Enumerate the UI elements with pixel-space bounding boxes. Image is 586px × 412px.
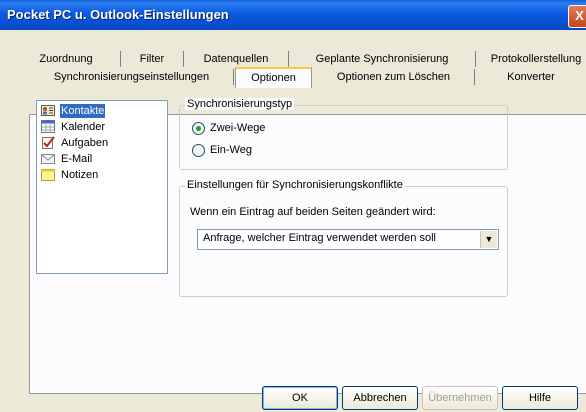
select-value: Anfrage, welcher Eintrag verwendet werde… xyxy=(203,232,436,244)
radio-dot xyxy=(196,126,201,131)
tab-datenquellen[interactable]: Datenquellen xyxy=(184,51,289,67)
tab-protokollerstellung[interactable]: Protokollerstellung xyxy=(476,51,586,67)
ok-button[interactable]: OK xyxy=(262,386,338,410)
tab-zuordnung[interactable]: Zuordnung xyxy=(12,51,121,67)
tab-optionen-zum-loeschen[interactable]: Optionen zum Löschen xyxy=(313,69,475,85)
list-item-label: Kalender xyxy=(61,121,106,133)
help-button[interactable]: Hilfe xyxy=(502,386,578,410)
radio-label: Zwei-Wege xyxy=(210,122,266,134)
close-button[interactable]: X xyxy=(568,5,586,28)
tab-filter[interactable]: Filter xyxy=(121,51,184,67)
list-item-label: Aufgaben xyxy=(61,137,109,149)
tab-geplante-synchronisierung[interactable]: Geplante Synchronisierung xyxy=(289,51,476,67)
tab-row-2: Synchronisierungseinstellungen Optionen … xyxy=(30,67,586,88)
contacts-icon xyxy=(41,105,55,116)
sync-type-group: Synchronisierungstyp Zwei-Wege Ein-Weg xyxy=(179,98,508,170)
notes-icon xyxy=(41,169,55,181)
item-list[interactable]: Kontakte Kalender Aufgaben E-Mail Notize… xyxy=(36,100,168,274)
conflict-prompt: Wenn ein Eintrag auf beiden Seiten geänd… xyxy=(190,206,436,218)
tab-row-1: Zuordnung Filter Datenquellen Geplante S… xyxy=(12,51,586,67)
tab-synchronisierungseinstellungen[interactable]: Synchronisierungseinstellungen xyxy=(30,69,234,85)
tab-optionen[interactable]: Optionen xyxy=(235,67,312,88)
radio-circle xyxy=(192,144,205,157)
list-item-label: Notizen xyxy=(61,169,99,181)
conflict-resolution-select[interactable]: Anfrage, welcher Eintrag verwendet werde… xyxy=(197,229,499,250)
list-item-label: Kontakte xyxy=(60,104,106,118)
tab-konverter[interactable]: Konverter xyxy=(476,69,586,85)
tasks-icon xyxy=(42,136,55,149)
conflict-settings-legend: Einstellungen für Synchronisierungskonfl… xyxy=(185,179,405,191)
sync-type-legend: Synchronisierungstyp xyxy=(185,98,295,110)
chevron-down-icon[interactable]: ▼ xyxy=(480,231,497,248)
cancel-button[interactable]: Abbrechen xyxy=(342,386,418,410)
dialog-window: Pocket PC u. Outlook-Einstellungen X Zuo… xyxy=(0,0,586,412)
title-bar[interactable]: Pocket PC u. Outlook-Einstellungen X xyxy=(0,0,586,30)
calendar-icon xyxy=(41,120,55,133)
email-icon xyxy=(41,154,55,164)
window-title: Pocket PC u. Outlook-Einstellungen xyxy=(7,7,229,22)
apply-button[interactable]: Übernehmen xyxy=(422,386,498,410)
radio-label: Ein-Weg xyxy=(210,144,252,156)
list-item-label: E-Mail xyxy=(61,153,93,165)
radio-circle xyxy=(192,122,205,135)
